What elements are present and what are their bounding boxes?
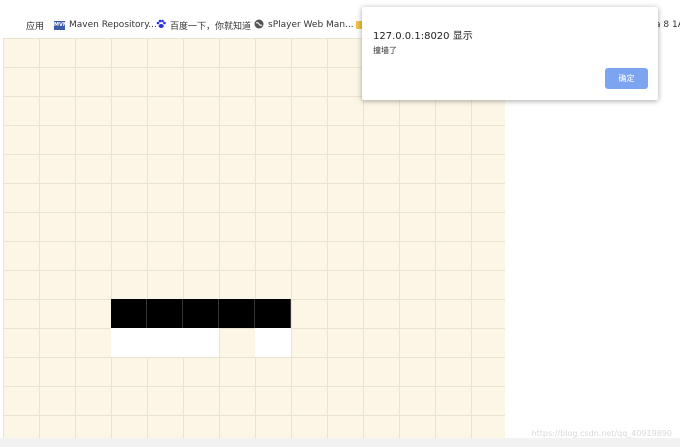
empty-white-cell <box>111 328 147 357</box>
bookmark-baidu[interactable]: 百度一下，你就知道 <box>156 18 251 32</box>
bookmark-overflow-label: a 8 1A <box>655 20 680 30</box>
bookmark-baidu-label: 百度一下，你就知道 <box>170 21 252 32</box>
bookmark-maven[interactable]: MVN Maven Repository... <box>54 18 157 32</box>
bookmark-overflow-fragment[interactable]: a 8 1A <box>655 18 680 32</box>
bookmark-apps-label: 应用 <box>26 21 45 32</box>
empty-white-cell <box>183 328 219 357</box>
maven-icon: MVN <box>54 20 68 30</box>
bottom-strip <box>0 438 680 447</box>
watermark: https://blog.csdn.net/qq_40919890 <box>531 429 672 438</box>
alert-dialog: 127.0.0.1:8020 显示 撞墙了 确定 <box>362 7 658 100</box>
snake-segment <box>183 299 219 328</box>
empty-white-cell <box>147 328 183 357</box>
snake-segment <box>219 299 255 328</box>
bookmark-maven-label: Maven Repository... <box>69 20 157 30</box>
snake-segment <box>255 299 291 328</box>
bookmark-apps[interactable]: 应用 <box>12 18 44 32</box>
alert-ok-button[interactable]: 确定 <box>605 68 648 89</box>
bookmark-splayer[interactable]: sPlayer Web Man... <box>254 18 354 32</box>
alert-title: 127.0.0.1:8020 显示 <box>373 31 473 42</box>
empty-white-cell <box>255 328 291 357</box>
baidu-paw-icon <box>156 19 166 32</box>
globe-icon <box>254 19 264 32</box>
snake-segment <box>111 299 147 328</box>
bookmark-splayer-label: sPlayer Web Man... <box>268 20 354 30</box>
snake-segment <box>147 299 183 328</box>
alert-message: 撞墙了 <box>373 46 397 55</box>
apps-grid-icon <box>12 20 22 30</box>
